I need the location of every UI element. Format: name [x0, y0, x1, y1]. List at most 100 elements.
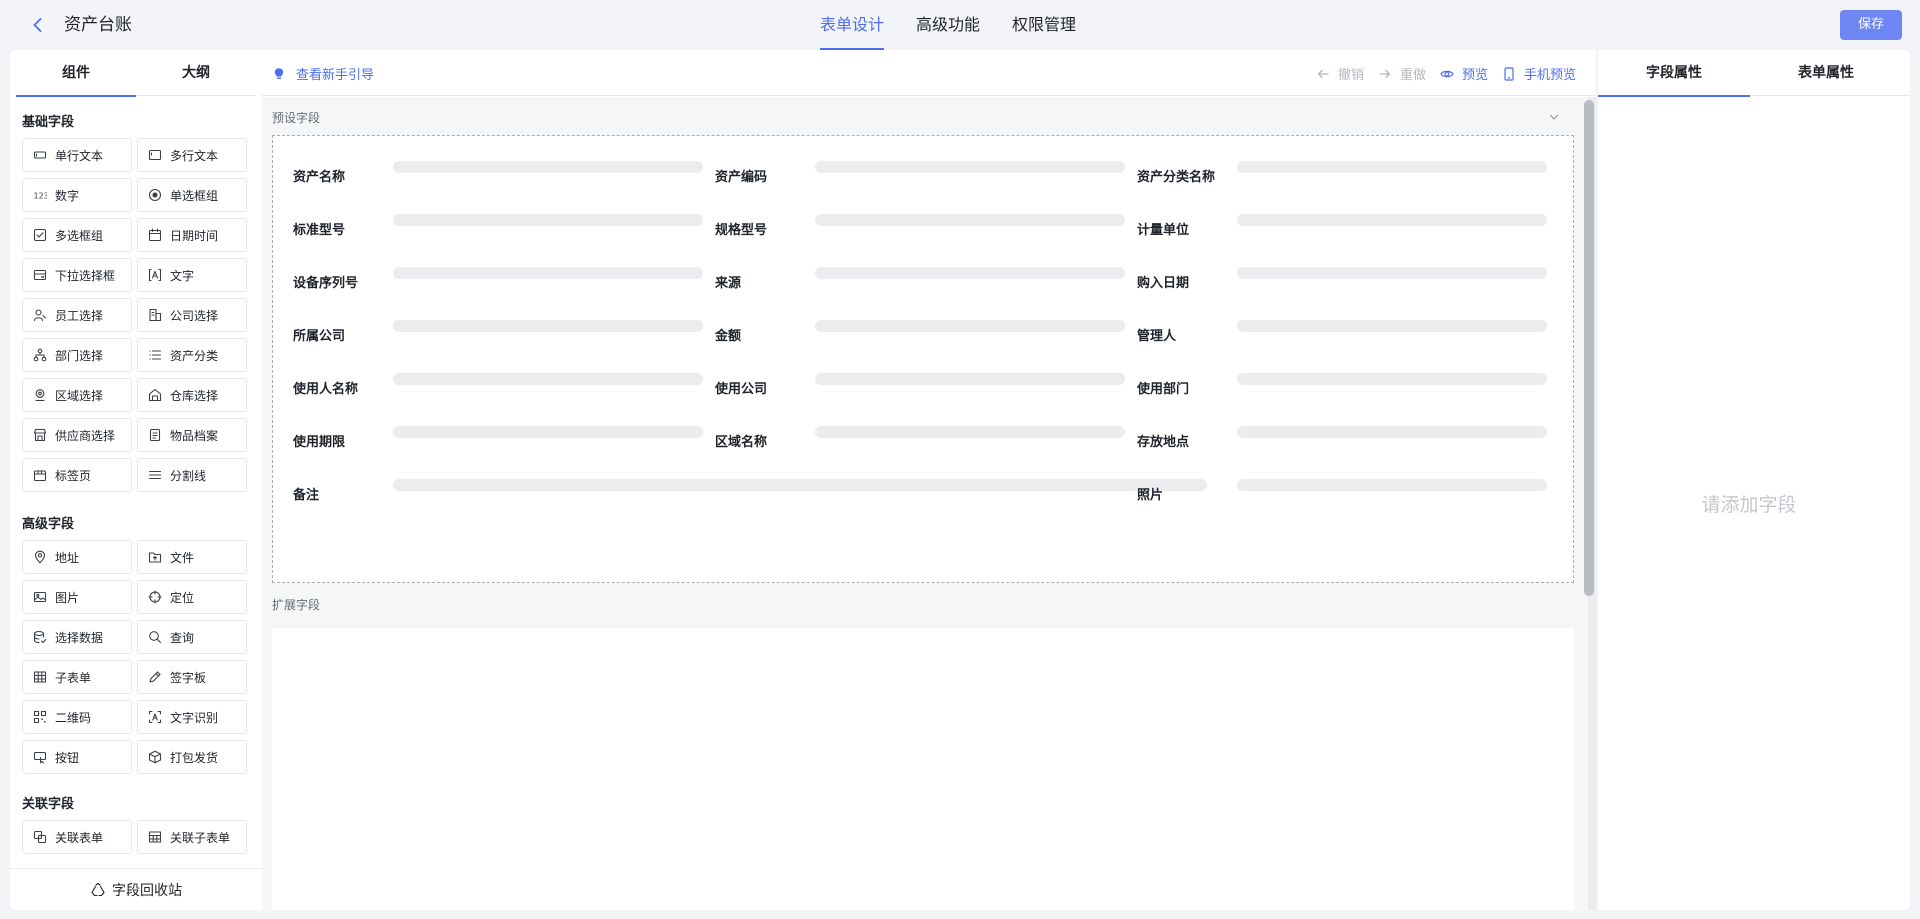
component-item[interactable]: 日期时间 — [137, 218, 247, 252]
field-label[interactable]: 计量单位 — [1137, 219, 1189, 238]
field-placeholder-bar — [393, 479, 1207, 491]
field-label[interactable]: 标准型号 — [293, 219, 345, 238]
component-item[interactable]: 多选框组 — [22, 218, 132, 252]
mobile-preview-button[interactable]: 手机预览 — [1502, 64, 1576, 83]
component-item[interactable]: 物品档案 — [137, 418, 247, 452]
package-icon — [148, 750, 162, 764]
field-label[interactable]: 区域名称 — [715, 431, 767, 450]
component-item[interactable]: 图片 — [22, 580, 132, 614]
field-label[interactable]: 资产编码 — [715, 166, 767, 185]
field-label[interactable]: 使用期限 — [293, 431, 345, 450]
tab-form-design[interactable]: 表单设计 — [820, 0, 885, 50]
field-label[interactable]: 使用人名称 — [293, 378, 358, 397]
field-label[interactable]: 照片 — [1137, 484, 1163, 503]
component-item[interactable]: 123 数字 — [22, 178, 132, 212]
field-placeholder-bar — [393, 373, 703, 385]
component-label: 文字 — [170, 268, 195, 283]
component-label: 多行文本 — [170, 148, 219, 163]
preview-label: 预览 — [1462, 68, 1489, 83]
field-label[interactable]: 管理人 — [1137, 325, 1176, 344]
component-item[interactable]: 二维码 — [22, 700, 132, 734]
component-item[interactable]: 标签页 — [22, 458, 132, 492]
field-label[interactable]: 备注 — [293, 484, 319, 503]
tab-field-properties[interactable]: 字段属性 — [1598, 50, 1750, 97]
tab-advanced[interactable]: 高级功能 — [916, 0, 980, 50]
component-item[interactable]: 文字识别 — [137, 700, 247, 734]
component-item[interactable]: 仓库选择 — [137, 378, 247, 412]
svg-text:123: 123 — [34, 192, 48, 201]
calendar-icon — [148, 228, 162, 242]
list-icon — [148, 348, 162, 362]
field-placeholder-bar — [815, 320, 1125, 332]
database-icon — [33, 630, 47, 644]
field-label[interactable]: 规格型号 — [715, 219, 767, 238]
component-item[interactable]: 文字 — [137, 258, 247, 292]
component-item[interactable]: 单选框组 — [137, 178, 247, 212]
field-label[interactable]: 所属公司 — [293, 325, 345, 344]
divider-icon — [148, 468, 162, 482]
field-label[interactable]: 使用公司 — [715, 378, 767, 397]
preset-fields-container[interactable]: 资产名称 资产编码 资产分类名称标准型号 规格型号 计量单位设备序列号 来源 购入日期所属公… — [272, 135, 1574, 583]
field-label[interactable]: 使用部门 — [1137, 378, 1189, 397]
component-item[interactable]: 单行文本 — [22, 138, 132, 172]
component-label: 数字 — [55, 188, 80, 203]
component-item[interactable]: 关联表单 — [22, 820, 132, 854]
field-label[interactable]: 资产名称 — [293, 166, 345, 185]
tab-components[interactable]: 组件 — [16, 50, 136, 97]
field-label[interactable]: 设备序列号 — [293, 272, 358, 291]
recycle-icon — [90, 882, 106, 898]
field-label[interactable]: 金额 — [715, 325, 741, 344]
field-label[interactable]: 资产分类名称 — [1137, 166, 1215, 185]
tab-outline[interactable]: 大纲 — [136, 50, 256, 96]
component-item[interactable]: 查询 — [137, 620, 247, 654]
field-recycle-bin-button[interactable]: 字段回收站 — [10, 868, 262, 910]
component-label: 选择数据 — [55, 630, 104, 645]
chevron-down-icon[interactable] — [1548, 111, 1560, 123]
field-placeholder-bar — [815, 161, 1125, 173]
field-placeholder-bar — [1237, 267, 1547, 279]
field-placeholder-bar — [393, 320, 703, 332]
redo-button[interactable]: 重做 — [1378, 64, 1426, 83]
component-item[interactable]: 按钮 — [22, 740, 132, 774]
scrollbar-thumb[interactable] — [1584, 100, 1594, 596]
component-item[interactable]: 文件 — [137, 540, 247, 574]
component-label: 单选框组 — [170, 188, 219, 203]
component-item[interactable]: 选择数据 — [22, 620, 132, 654]
component-label: 仓库选择 — [170, 388, 219, 403]
component-label: 公司选择 — [170, 308, 219, 323]
user-icon — [33, 308, 47, 322]
guide-link[interactable]: 查看新手引导 — [272, 64, 374, 83]
chevron-left-icon[interactable] — [28, 15, 48, 35]
component-item[interactable]: 分割线 — [137, 458, 247, 492]
component-item[interactable]: 打包发货 — [137, 740, 247, 774]
tab-permissions[interactable]: 权限管理 — [1012, 0, 1076, 50]
component-item[interactable]: 区域选择 — [22, 378, 132, 412]
field-label[interactable]: 购入日期 — [1137, 272, 1189, 291]
component-item[interactable]: 定位 — [137, 580, 247, 614]
field-placeholder-bar — [1237, 373, 1547, 385]
component-item[interactable]: 供应商选择 — [22, 418, 132, 452]
component-item[interactable]: 子表单 — [22, 660, 132, 694]
save-button[interactable]: 保存 — [1840, 10, 1902, 40]
component-item[interactable]: 关联子表单 — [137, 820, 247, 854]
component-panel: 组件 大纲 基础字段 单行文本 多行文本 123 数字 单选框组多选框组 日期时间 下拉选择… — [10, 50, 262, 910]
component-item[interactable]: 地址 — [22, 540, 132, 574]
component-item[interactable]: 下拉选择框 — [22, 258, 132, 292]
component-item[interactable]: 公司选择 — [137, 298, 247, 332]
component-label: 员工选择 — [55, 308, 104, 323]
group-title-basic: 基础字段 — [22, 115, 75, 130]
extension-fields-label: 扩展字段 — [272, 598, 321, 612]
component-item[interactable]: 签字板 — [137, 660, 247, 694]
page-title: 资产台账 — [64, 15, 132, 35]
extension-fields-dropzone[interactable] — [272, 628, 1574, 910]
qrcode-icon — [33, 710, 47, 724]
tab-form-properties[interactable]: 表单属性 — [1750, 50, 1902, 96]
component-item[interactable]: 多行文本 — [137, 138, 247, 172]
preview-button[interactable]: 预览 — [1440, 64, 1488, 83]
undo-button[interactable]: 撤销 — [1316, 64, 1364, 83]
field-label[interactable]: 存放地点 — [1137, 431, 1189, 450]
component-item[interactable]: 员工选择 — [22, 298, 132, 332]
field-label[interactable]: 来源 — [715, 272, 741, 291]
component-item[interactable]: 部门选择 — [22, 338, 132, 372]
component-item[interactable]: 资产分类 — [137, 338, 247, 372]
